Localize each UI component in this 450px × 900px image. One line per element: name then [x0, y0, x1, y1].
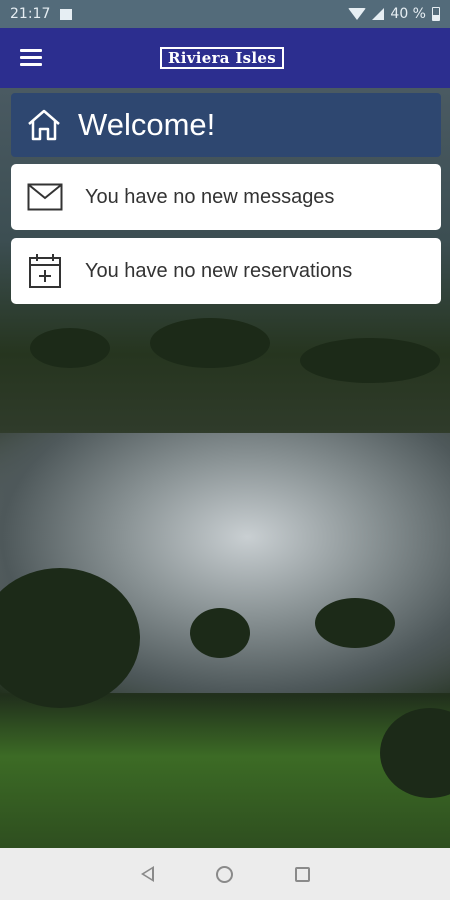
messages-text: You have no new messages: [85, 185, 335, 208]
reservations-text: You have no new reservations: [85, 259, 353, 282]
home-button-icon[interactable]: [215, 865, 233, 883]
back-icon[interactable]: [140, 866, 154, 882]
status-right: 40 %: [348, 6, 440, 22]
wifi-icon: [348, 8, 367, 20]
status-time: 21:17: [10, 6, 51, 22]
tree-cluster: [30, 328, 110, 368]
tree-cluster: [300, 338, 440, 383]
battery-percent: 40 %: [390, 6, 426, 22]
hamburger-menu-icon[interactable]: [20, 49, 42, 67]
calendar-add-icon: [27, 253, 63, 289]
recent-apps-icon[interactable]: [294, 866, 310, 882]
palm-tree: [315, 598, 395, 648]
tree-cluster: [150, 318, 270, 368]
status-bar: 21:17 40 %: [0, 0, 450, 28]
battery-icon: [432, 7, 440, 21]
palm-tree: [380, 708, 450, 798]
messages-card[interactable]: You have no new messages: [11, 164, 441, 230]
riviera-isles-logo: Riviera Isles: [160, 47, 284, 69]
home-icon: [26, 108, 62, 142]
app-bar: Riviera Isles: [0, 28, 450, 88]
welcome-title: Welcome!: [78, 107, 216, 142]
image-notification-icon: [60, 8, 73, 20]
mail-icon: [27, 183, 63, 211]
status-left: 21:17: [10, 6, 73, 22]
welcome-banner: Welcome!: [11, 93, 441, 157]
reservations-card[interactable]: You have no new reservations: [11, 238, 441, 304]
signal-icon: [372, 8, 385, 20]
palm-tree: [190, 608, 250, 658]
system-nav-bar: [0, 848, 450, 900]
